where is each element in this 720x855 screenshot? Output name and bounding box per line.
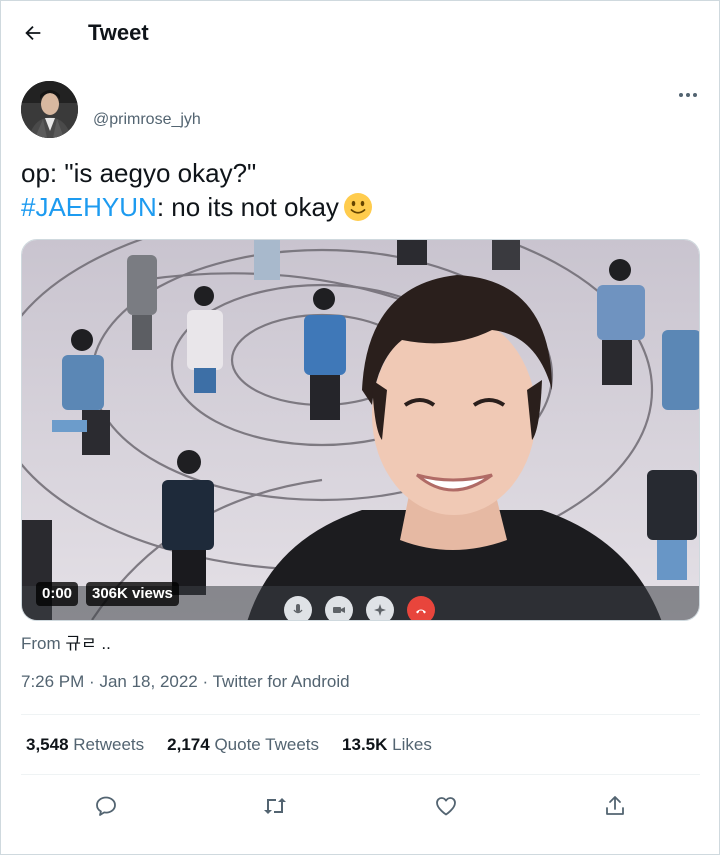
likes-label: Likes	[392, 735, 432, 754]
quote-tweets-label: Quote Tweets	[214, 735, 320, 754]
video-view-count: 306K views	[86, 582, 179, 606]
tweet-time[interactable]: 7:26 PM	[21, 672, 84, 691]
avatar[interactable]	[21, 81, 78, 138]
end-call-icon	[416, 609, 426, 614]
tweet-text: op: "is aegyo okay?" #JAEHYUN: no its no…	[21, 156, 701, 224]
video-frame-image	[22, 240, 699, 620]
more-dot-icon	[679, 93, 683, 97]
end-call-button[interactable]	[407, 596, 435, 620]
likes-stat[interactable]: 13.5K Likes	[342, 735, 432, 755]
tweet-metadata: 7:26 PM · Jan 18, 2022 · Twitter for And…	[21, 672, 350, 692]
media-source-prefix: From	[21, 634, 61, 653]
author-handle[interactable]: @primrose_jyh	[93, 111, 201, 129]
slightly-smiling-face-icon	[343, 193, 372, 221]
heart-icon	[436, 797, 456, 816]
tweet-line-2: #JAEHYUN: no its not okay	[21, 190, 701, 224]
tweet-line-2-text: : no its not okay	[156, 192, 339, 222]
retweets-stat[interactable]: 3,548 Retweets	[26, 735, 144, 755]
quote-tweets-count: 2,174	[167, 735, 210, 754]
reply-button[interactable]	[91, 791, 121, 821]
camera-button[interactable]	[325, 596, 353, 620]
engagement-stats: 3,548 Retweets 2,174 Quote Tweets 13.5K …	[26, 735, 455, 755]
share-icon	[606, 796, 624, 815]
effects-button[interactable]	[366, 596, 394, 620]
like-button[interactable]	[431, 791, 461, 821]
tweet-client[interactable]: Twitter for Android	[213, 672, 350, 691]
more-options-button[interactable]	[669, 83, 707, 107]
share-button[interactable]	[600, 791, 630, 821]
video-camera-icon	[333, 607, 345, 613]
arrow-left-icon	[25, 25, 41, 41]
quote-tweets-stat[interactable]: 2,174 Quote Tweets	[167, 735, 319, 755]
header: Tweet	[1, 1, 720, 65]
retweet-icon	[264, 798, 286, 814]
back-button[interactable]	[15, 15, 51, 51]
likes-count: 13.5K	[342, 735, 388, 754]
sparkle-icon	[374, 604, 386, 616]
reply-icon	[96, 796, 116, 816]
divider	[21, 774, 700, 775]
media-source: From 규ㄹ ..	[21, 629, 111, 654]
meta-separator: ·	[89, 672, 95, 691]
microphone-icon	[293, 604, 303, 614]
tweet-date[interactable]: Jan 18, 2022	[99, 672, 197, 691]
page-title: Tweet	[88, 20, 149, 45]
tweet-line-1: op: "is aegyo okay?"	[21, 158, 257, 188]
video-player[interactable]: 0:00 306K views	[21, 239, 700, 621]
microphone-button[interactable]	[284, 596, 312, 620]
video-timestamp: 0:00	[36, 582, 79, 606]
hashtag-link[interactable]: #JAEHYUN	[21, 192, 157, 222]
divider	[21, 714, 700, 715]
media-source-link[interactable]: 규ㄹ ..	[65, 634, 110, 653]
tweet-page: Tweet @primrose_jyh op: "is aegyo okay?"…	[0, 0, 720, 855]
meta-separator: ·	[202, 672, 209, 691]
retweet-button[interactable]	[260, 791, 290, 821]
retweets-count: 3,548	[26, 735, 69, 754]
retweets-label: Retweets	[73, 735, 145, 754]
